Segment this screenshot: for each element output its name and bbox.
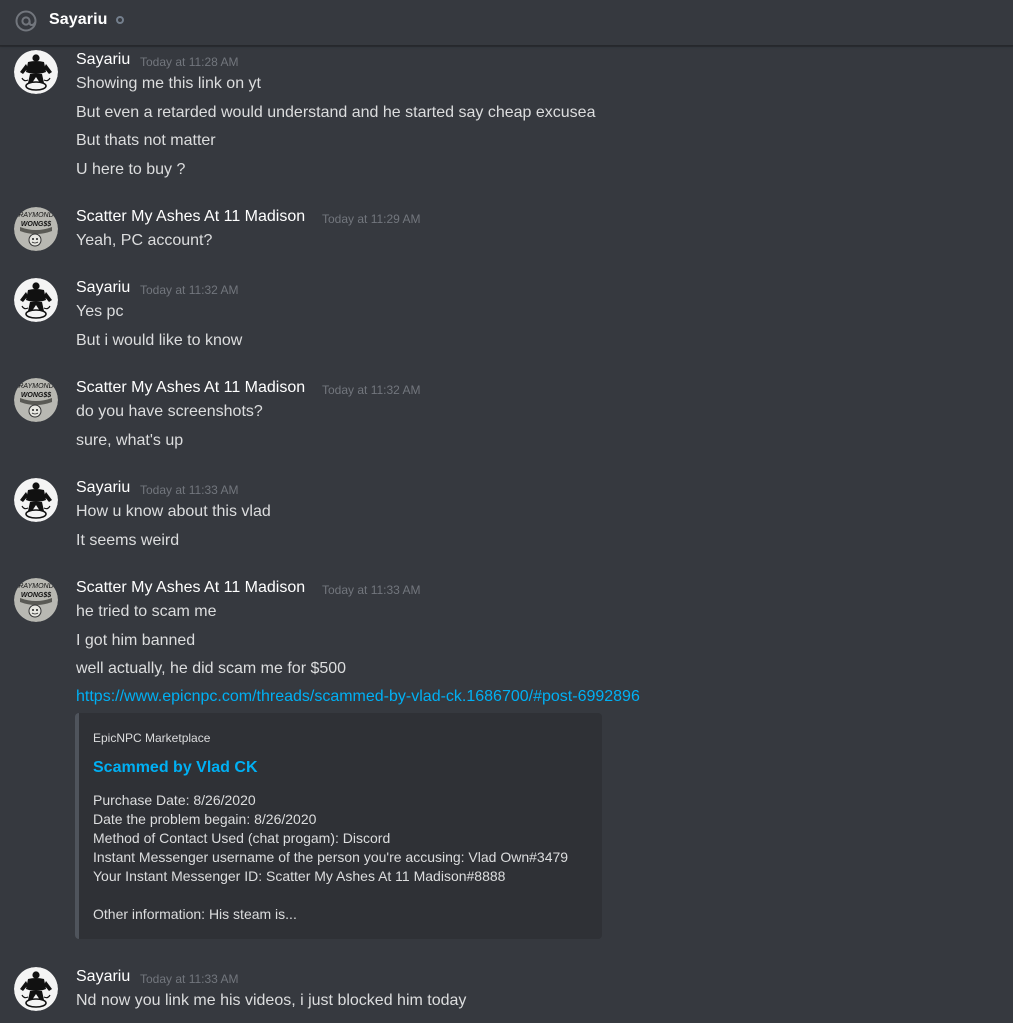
avatar[interactable] [14,278,58,322]
at-icon [15,10,37,32]
message-text: I got him banned [76,632,196,649]
embed-description: Purchase Date: 8/26/2020 Date the proble… [93,791,568,924]
username[interactable]: Sayariu [76,479,130,497]
message-text: do you have screenshots? [76,403,263,420]
message-text: But thats not matter [76,132,216,149]
avatar[interactable] [14,50,58,94]
timestamp: Today at 11:32 AM [140,283,239,297]
username[interactable]: Sayariu [76,51,130,69]
message-text: sure, what's up [76,432,184,449]
avatar[interactable] [14,478,58,522]
embed-provider[interactable]: EpicNPC Marketplace [93,731,210,745]
message-text: Showing me this link on yt [76,75,261,92]
timestamp: Today at 11:33 AM [140,972,239,986]
avatar-text: WONG$$ [20,221,52,228]
embed-title-link[interactable]: Scammed by Vlad CK [93,759,258,777]
embed-description-line: Instant Messenger username of the person… [93,849,569,865]
username[interactable]: Scatter My Ashes At 11 Madison [76,579,305,597]
timestamp: Today at 11:32 AM [322,383,421,397]
message-text: How u know about this vlad [76,503,271,520]
embed-description-line: Purchase Date: 8/26/2020 [93,792,256,808]
channel-header: Sayariu [0,0,1013,46]
embed-description-line: Other information: His steam is... [93,906,297,922]
message-text: Yeah, PC account? [76,232,213,249]
embed-description-line: Date the problem begain: 8/26/2020 [93,811,317,827]
timestamp: Today at 11:33 AM [140,483,239,497]
username[interactable]: Scatter My Ashes At 11 Madison [76,208,305,226]
timestamp: Today at 11:33 AM [322,583,421,597]
username[interactable]: Scatter My Ashes At 11 Madison [76,379,305,397]
embed-description-line: Method of Contact Used (chat progam): Di… [93,830,391,846]
avatar[interactable]: RAYMOND WONG$$ [14,578,58,622]
offline-status-icon [116,16,124,24]
username[interactable]: Sayariu [76,279,130,297]
timestamp: Today at 11:29 AM [322,212,421,226]
embed-description-line [93,886,568,905]
message-text: he tried to scam me [76,603,217,620]
message-text: It seems weird [76,532,180,549]
avatar[interactable]: RAYMOND WONG$$ [14,378,58,422]
avatar-text: WONG$$ [20,592,52,599]
message-text: Nd now you link me his videos, i just bl… [76,992,467,1009]
message-text: But even a retarded would understand and… [76,104,596,121]
message-link[interactable]: https://www.epicnpc.com/threads/scammed-… [76,688,640,706]
link-embed: EpicNPC Marketplace Scammed by Vlad CK P… [75,713,602,939]
username[interactable]: Sayariu [76,968,130,986]
timestamp: Today at 11:28 AM [140,55,239,69]
dm-title[interactable]: Sayariu [49,11,108,29]
avatar-text: RAYMOND [18,383,54,390]
avatar[interactable]: RAYMOND WONG$$ [14,207,58,251]
message-text: U here to buy ? [76,161,186,178]
embed-description-line: Your Instant Messenger ID: Scatter My As… [93,868,506,884]
avatar-text: RAYMOND [18,212,54,219]
message-text: But i would like to know [76,332,243,349]
message-text: Yes pc [76,303,124,320]
avatar[interactable] [14,967,58,1011]
avatar-text: WONG$$ [20,392,52,399]
message-text: well actually, he did scam me for $500 [76,660,347,677]
avatar-text: RAYMOND [18,583,54,590]
